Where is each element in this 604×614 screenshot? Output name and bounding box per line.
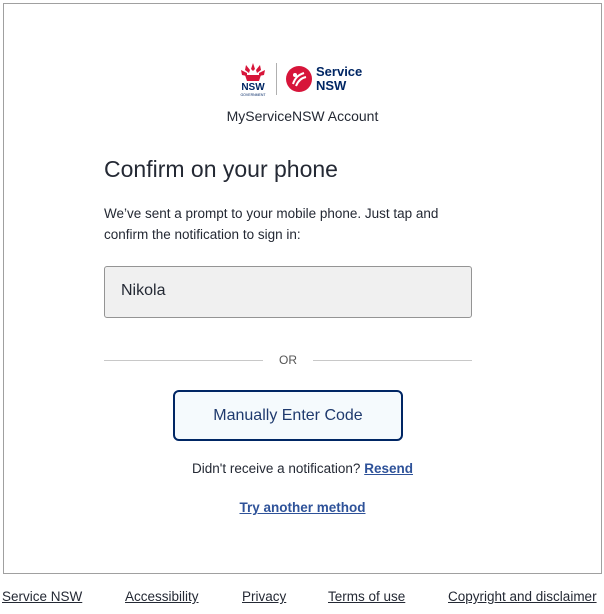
nsw-government-logo: NSW GOVERNMENT: [236, 61, 270, 97]
service-nsw-line1: Service: [316, 64, 363, 79]
instruction-text: We’ve sent a prompt to your mobile phone…: [104, 206, 439, 242]
waratah-icon: NSW GOVERNMENT: [240, 63, 266, 97]
footer-link-privacy[interactable]: Privacy: [242, 589, 286, 604]
service-nsw-circle-icon: [286, 66, 312, 92]
user-name-display: Nikola: [104, 266, 472, 318]
account-title: MyServiceNSW Account: [226, 108, 379, 124]
separator-line-left: [104, 359, 263, 361]
try-another-method-link[interactable]: Try another method: [239, 500, 365, 515]
footer-link-copyright[interactable]: Copyright and disclaimer: [448, 589, 597, 604]
or-label: OR: [279, 353, 297, 367]
service-nsw-logo: Service NSW: [286, 65, 362, 93]
footer-link-service-nsw[interactable]: Service NSW: [2, 589, 82, 604]
nsw-logo-subtext: GOVERNMENT: [240, 93, 266, 97]
page-title: Confirm on your phone: [104, 156, 338, 182]
resend-link[interactable]: Resend: [364, 461, 413, 476]
try-another-row: Try another method: [4, 500, 601, 515]
no-notification-text: Didn't receive a notification?: [192, 461, 361, 476]
or-separator: OR: [104, 351, 472, 369]
footer-link-accessibility[interactable]: Accessibility: [125, 589, 199, 604]
nsw-logo-text: NSW: [241, 82, 265, 93]
logo-divider: [276, 63, 277, 95]
resend-row: Didn't receive a notification? Resend: [4, 461, 601, 476]
footer: Service NSW Accessibility Privacy Terms …: [0, 589, 604, 613]
service-nsw-line2: NSW: [316, 78, 347, 93]
login-card: NSW GOVERNMENT Service NSW MyServiceNSW …: [3, 3, 602, 574]
footer-link-terms-of-use[interactable]: Terms of use: [328, 589, 405, 604]
separator-line-right: [313, 359, 472, 361]
logo-bar: NSW GOVERNMENT Service NSW: [236, 61, 362, 97]
manually-enter-code-button[interactable]: Manually Enter Code: [173, 390, 403, 441]
